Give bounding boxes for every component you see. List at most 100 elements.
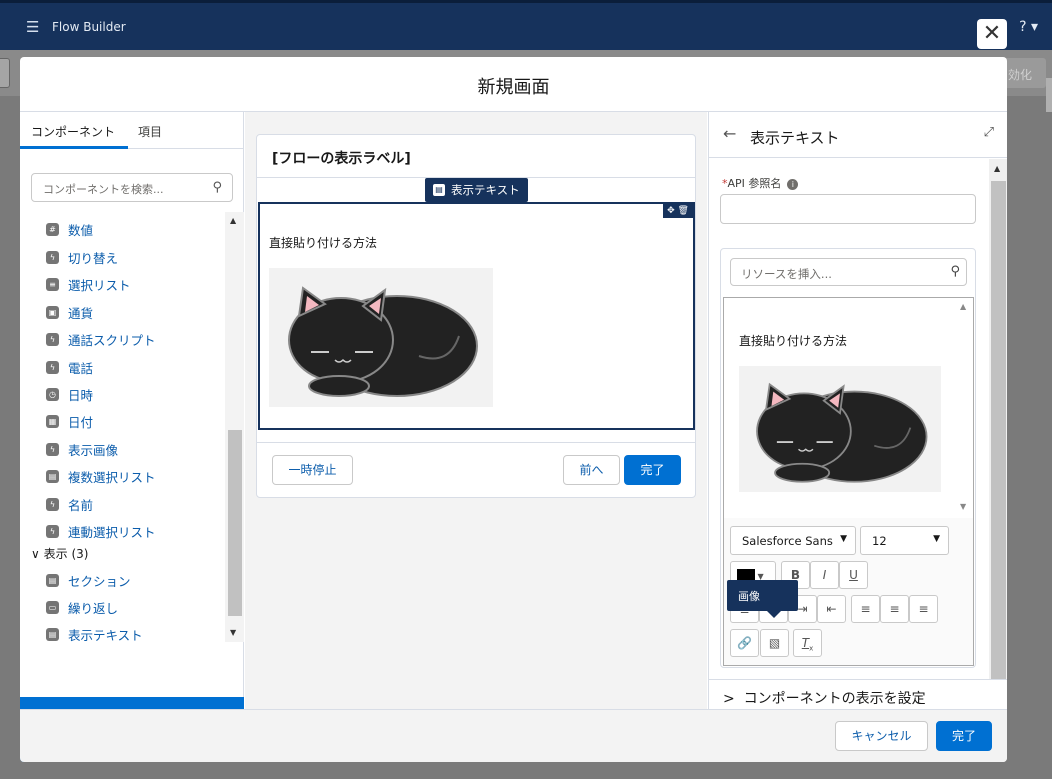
align-right-button[interactable]: ≡ [909, 595, 938, 623]
italic-button[interactable]: I [810, 561, 839, 589]
tab-fields[interactable]: 項目 [138, 123, 162, 140]
align-left-button[interactable]: ≡ [851, 595, 880, 623]
done-button[interactable]: 完了 [936, 721, 992, 751]
component-search-input[interactable]: コンポーネントを検索... ⚲ [31, 173, 233, 202]
list-item-label: 日付 [68, 414, 94, 430]
currency-icon: ▣ [46, 305, 59, 319]
section-icon: ▤ [46, 573, 59, 587]
expand-icon[interactable]: ⤢ [984, 125, 994, 140]
list-item[interactable]: # 数値 [46, 219, 93, 239]
list-item[interactable]: ▣ 通貨 [46, 302, 93, 322]
list-item[interactable]: ▦ 日付 [46, 411, 93, 431]
list-item-label: 切り替え [68, 250, 119, 266]
font-size-select[interactable]: 12 ▼ [860, 526, 949, 555]
back-arrow-icon[interactable]: ← [723, 124, 736, 143]
help-menu-icon[interactable]: ? ▾ [1019, 19, 1038, 35]
properties-body: *API 参照名 i リソースを挿入... ⚲ 直接貼り付ける方法 ▲ ▼ Sa… [709, 159, 989, 679]
visibility-section-label: コンポーネントの表示を設定 [743, 691, 926, 707]
editor-scrollbar[interactable]: ▲ ▼ [957, 298, 973, 518]
screen-preview-card: [フローの表示ラベル] ✥ 🗑 直接貼り付ける方法 ▤ 表示テキスト 一時停止 … [256, 134, 696, 498]
scroll-up-icon[interactable]: ▲ [994, 164, 1000, 173]
modal-title: 新規画面 [477, 77, 550, 98]
cancel-button[interactable]: キャンセル [835, 721, 928, 751]
list-item-label: 電話 [68, 360, 94, 376]
list-item[interactable]: ▤ セクション [46, 570, 131, 590]
list-item[interactable]: ▭ 繰り返し [46, 597, 118, 617]
previous-button[interactable]: 前へ [563, 455, 620, 485]
editor-content[interactable]: 直接貼り付ける方法 [724, 298, 957, 518]
move-delete-icon[interactable]: ✥ 🗑 [663, 204, 693, 218]
scroll-up-icon[interactable]: ▲ [960, 302, 966, 311]
number-icon: # [46, 222, 59, 236]
list-item-label: 連動選択リスト [68, 524, 156, 540]
properties-title: 表示テキスト [750, 129, 840, 147]
scroll-down-icon[interactable]: ▼ [960, 502, 966, 511]
group-label: 表示 (3) [43, 547, 89, 561]
list-item-label: セクション [68, 573, 131, 589]
api-name-input[interactable] [720, 194, 976, 224]
scroll-thumb[interactable] [991, 181, 1006, 679]
scroll-thumb[interactable] [228, 430, 242, 616]
resource-search-placeholder: リソースを挿入... [741, 267, 832, 281]
editor-area[interactable]: 直接貼り付ける方法 ▲ ▼ Salesforce Sans ▼ 12 ▼ ▼ B… [723, 297, 974, 666]
underline-button[interactable]: U [839, 561, 868, 589]
align-center-button[interactable]: ≡ [880, 595, 909, 623]
list-item[interactable]: ◷ 日時 [46, 384, 93, 404]
list-item-label: 表示画像 [68, 442, 119, 458]
list-item[interactable]: ≡ 選択リスト [46, 274, 131, 294]
cat-image[interactable] [739, 366, 941, 492]
group-display[interactable]: ∨ 表示 (3) [31, 545, 88, 562]
list-item[interactable]: ▤ 表示テキスト [46, 624, 143, 642]
list-item[interactable]: ϟ 切り替え [46, 247, 118, 267]
sleeping-cat-illustration [756, 382, 928, 483]
badge-label: 表示テキスト [451, 183, 520, 197]
list-item[interactable]: ϟ 電話 [46, 357, 93, 377]
sleeping-cat-illustration [288, 286, 478, 397]
list-item[interactable]: ϟ 表示画像 [46, 439, 118, 459]
api-name-label: *API 参照名 i [722, 175, 799, 191]
list-item-label: 名前 [68, 497, 94, 513]
lightning-icon: ϟ [46, 250, 59, 264]
pause-button[interactable]: 一時停止 [272, 455, 353, 485]
chevron-down-icon: ∨ [31, 547, 40, 561]
finish-button[interactable]: 完了 [624, 455, 681, 485]
rich-text-editor: リソースを挿入... ⚲ 直接貼り付ける方法 ▲ ▼ Salesforce Sa… [720, 248, 976, 668]
top-bar: ☰ Flow Builder ? ▾ [0, 0, 1052, 50]
outdent-button[interactable]: ⇤ [817, 595, 846, 623]
list-item-label: 繰り返し [68, 600, 119, 616]
link-icon[interactable]: 🔗 [730, 629, 759, 657]
close-icon[interactable]: ✕ [977, 19, 1007, 49]
page-scrollbar[interactable] [1046, 78, 1052, 112]
list-item-label: 複数選択リスト [68, 469, 156, 485]
image-icon: ▧ [768, 636, 781, 650]
properties-scrollbar[interactable]: ▲ [989, 159, 1007, 679]
font-family-value: Salesforce Sans [742, 534, 833, 548]
list-item[interactable]: ϟ 名前 [46, 494, 93, 514]
display-text-badge: ▤ 表示テキスト [425, 178, 528, 202]
toolbar-left-button[interactable] [0, 58, 10, 88]
resource-search-input[interactable]: リソースを挿入... ⚲ [730, 258, 967, 286]
api-name-text: API 参照名 [727, 177, 782, 190]
insert-image-button[interactable]: ▧ [760, 629, 789, 657]
scroll-down-icon[interactable]: ▼ [230, 628, 236, 637]
scroll-up-icon[interactable]: ▲ [230, 216, 236, 225]
editor-text: 直接貼り付ける方法 [739, 334, 848, 348]
selected-display-text-component[interactable]: ✥ 🗑 直接貼り付ける方法 [258, 202, 695, 430]
list-item-label: 通貨 [68, 305, 94, 321]
info-icon[interactable]: i [787, 179, 799, 190]
palette-scrollbar[interactable]: ▲ ▼ [225, 212, 244, 642]
component-visibility-section[interactable]: > コンポーネントの表示を設定 [709, 679, 1007, 709]
list-item[interactable]: ϟ 連動選択リスト [46, 521, 156, 541]
font-size-value: 12 [872, 534, 887, 548]
list-item[interactable]: ▤ 複数選択リスト [46, 466, 156, 486]
list-item[interactable]: ϟ 通話スクリプト [46, 329, 156, 349]
phone-icon: ϟ [46, 360, 59, 374]
clear-formatting-button[interactable]: Tx [793, 629, 822, 657]
tab-components[interactable]: コンポーネント [20, 123, 128, 149]
flow-label: [フローの表示ラベル] [272, 151, 411, 167]
list-item-label: 選択リスト [68, 277, 131, 293]
list-item-label: 通話スクリプト [68, 332, 156, 348]
modal-header: 新規画面 [20, 57, 1007, 112]
font-family-select[interactable]: Salesforce Sans ▼ [730, 526, 856, 555]
component-search-placeholder: コンポーネントを検索... [43, 183, 164, 196]
